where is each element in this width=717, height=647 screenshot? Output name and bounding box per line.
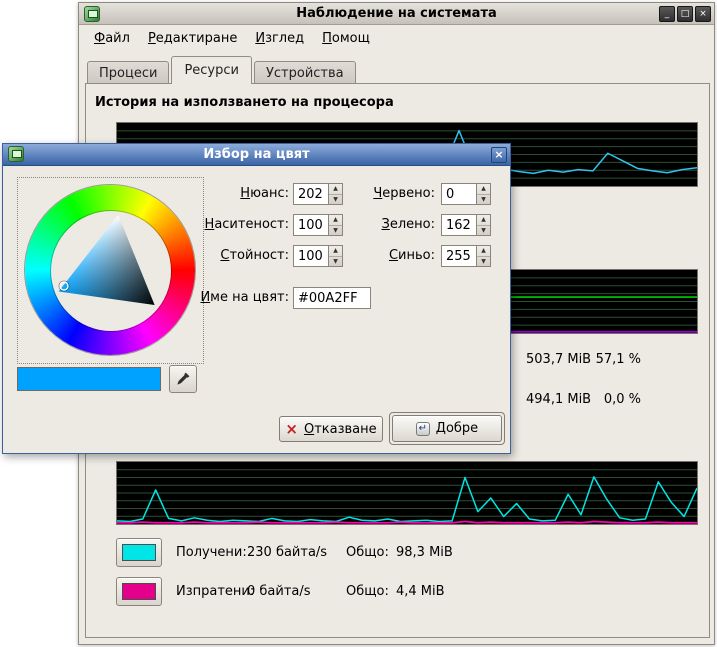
dialog-title: Избор на цвят [3,144,510,166]
hue-increment-button[interactable]: ▲ [329,184,342,195]
sent-legend-row: Изпратени: 0 байта/s Общо: 4,4 MiB [116,577,698,606]
green-decrement-button[interactable]: ▼ [477,226,490,236]
menu-edit[interactable]: Редактиране [139,28,246,49]
received-rate: 230 байта/s [247,538,327,567]
saturation-increment-button[interactable]: ▲ [329,215,342,226]
red-decrement-button[interactable]: ▼ [477,195,490,205]
color-name-label: Име на цвят: [123,287,289,309]
window-controls: _ □ × [659,6,711,22]
ok-button-label: Добре [436,421,478,436]
hue-spinbox[interactable]: 202 ▲▼ [293,183,343,205]
blue-label: Синьо: [349,245,435,267]
received-legend-row: Получени: 230 байта/s Общо: 98,3 MiB [116,538,698,567]
color-picker-dialog: Избор на цвят × [2,143,511,454]
received-total: 98,3 MiB [396,538,453,567]
color-preview-swatch [17,367,161,391]
tab-bar: Процеси Ресурси Устройства [87,54,358,84]
dialog-close-button[interactable]: × [491,147,507,163]
dialog-titlebar[interactable]: Избор на цвят × [3,144,510,166]
ok-default-ring: ↵ Добре [389,412,505,445]
menu-file[interactable]: Файл [85,28,139,49]
blue-value[interactable]: 255 [442,246,476,266]
hue-label: Нюанс: [153,183,289,205]
cancel-button-label: Отказване [304,422,377,437]
hsv-triangle[interactable] [18,178,203,363]
color-name-input[interactable] [293,287,371,309]
green-spinbox[interactable]: 162 ▲▼ [441,214,491,236]
minimize-button[interactable]: _ [659,6,675,22]
green-increment-button[interactable]: ▲ [477,215,490,226]
memory-used-percent: 57,1 % [577,351,641,369]
close-button[interactable]: × [695,6,711,22]
tab-processes[interactable]: Процеси [87,61,169,84]
blue-spinbox[interactable]: 255 ▲▼ [441,245,491,267]
menubar: Файл Редактиране Изглед Помощ [79,26,714,51]
menu-help[interactable]: Помощ [313,28,379,49]
swap-used-percent: 0,0 % [577,391,641,409]
sent-total: 4,4 MiB [396,577,445,606]
received-total-label: Общо: [346,538,389,567]
value-spinbox[interactable]: 100 ▲▼ [293,245,343,267]
eyedropper-icon [175,371,191,387]
blue-decrement-button[interactable]: ▼ [477,257,490,267]
cpu-history-heading: История на използването на процесора [95,95,394,110]
green-value[interactable]: 162 [442,215,476,235]
received-color [122,544,156,561]
value-value[interactable]: 100 [294,246,328,266]
saturation-label: Наситеност: [153,214,289,236]
green-label: Зелено: [349,214,435,236]
main-titlebar[interactable]: Наблюдение на системата _ □ × [79,3,714,25]
network-history-chart [116,461,698,525]
menu-view[interactable]: Изглед [246,28,313,49]
received-color-swatch[interactable] [116,538,162,567]
received-label: Получени: [176,538,247,567]
sent-color [122,583,156,600]
sent-color-swatch[interactable] [116,577,162,606]
red-increment-button[interactable]: ▲ [477,184,490,195]
eyedropper-button[interactable] [169,365,197,393]
main-window-title: Наблюдение на системата [79,3,714,25]
tab-resources[interactable]: Ресурси [171,56,252,84]
blue-increment-button[interactable]: ▲ [477,246,490,257]
tab-devices[interactable]: Устройства [254,61,356,84]
color-wheel[interactable] [17,177,204,364]
maximize-button[interactable]: □ [677,6,693,22]
sent-rate: 0 байта/s [247,577,311,606]
saturation-value[interactable]: 100 [294,215,328,235]
sent-total-label: Общо: [346,577,389,606]
hue-value[interactable]: 202 [294,184,328,204]
red-spinbox[interactable]: 0 ▲▼ [441,183,491,205]
value-decrement-button[interactable]: ▼ [329,257,342,267]
saturation-spinbox[interactable]: 100 ▲▼ [293,214,343,236]
value-label: Стойност: [153,245,289,267]
cancel-button[interactable]: × Отказване [279,416,383,442]
ok-button[interactable]: ↵ Добре [392,415,502,442]
cancel-icon: × [285,422,298,437]
saturation-decrement-button[interactable]: ▼ [329,226,342,236]
value-increment-button[interactable]: ▲ [329,246,342,257]
hue-decrement-button[interactable]: ▼ [329,195,342,205]
ok-icon: ↵ [416,422,430,436]
red-value[interactable]: 0 [442,184,476,204]
red-label: Червено: [349,183,435,205]
sent-label: Изпратени: [176,577,254,606]
